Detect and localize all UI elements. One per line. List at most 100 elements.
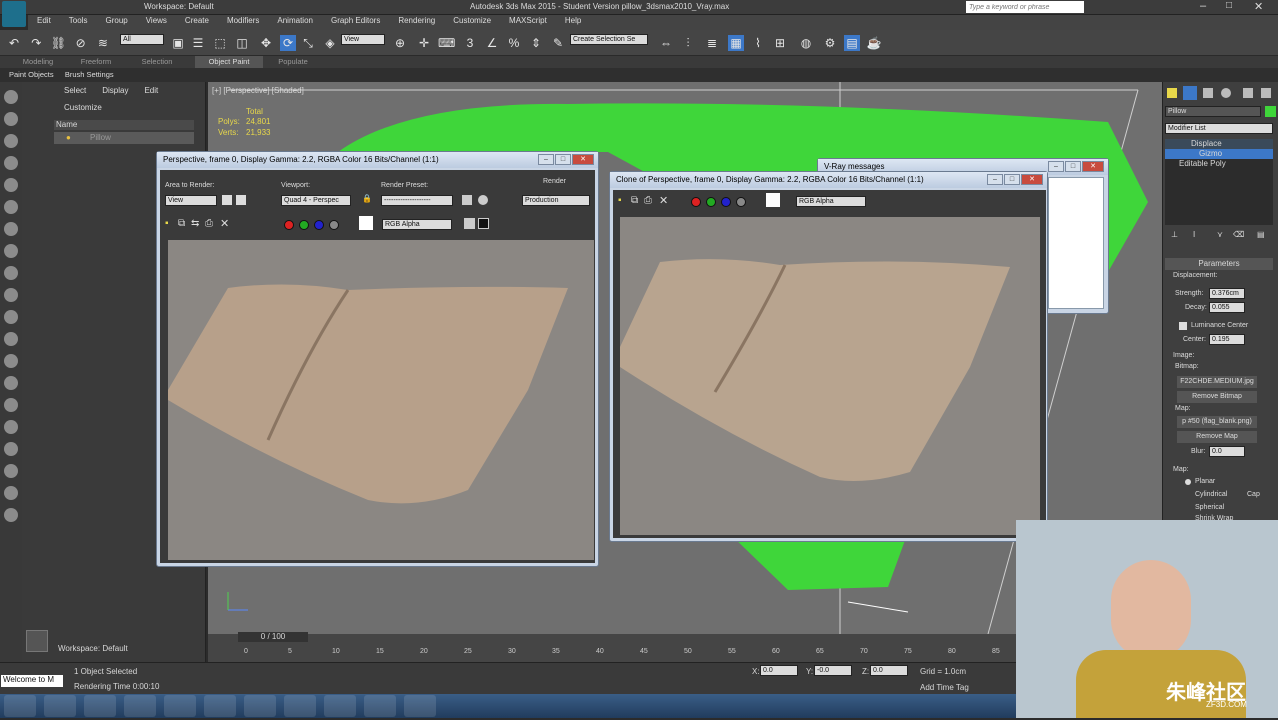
scene-tab-customize[interactable]: Customize [56, 99, 110, 116]
tool-box-icon[interactable] [4, 112, 18, 126]
show-end-result-icon[interactable]: I [1193, 230, 1195, 239]
render1-maximize-icon[interactable]: □ [555, 154, 571, 165]
vray-minimize-icon[interactable]: – [1048, 161, 1064, 172]
bitmap-button[interactable]: F22CHDE.MEDIUM.jpg [1177, 376, 1257, 388]
timeline-ruler[interactable]: 0 5 10 15 20 25 30 35 40 45 50 55 60 65 70 75 80 85 [244, 648, 1000, 660]
parameters-rollout[interactable]: Parameters [1165, 258, 1273, 270]
scale-icon[interactable]: ⤡ [300, 35, 316, 51]
menu-edit[interactable]: Edit [28, 15, 60, 26]
search-input[interactable] [966, 1, 1084, 13]
auto-region-icon[interactable] [236, 195, 246, 205]
close-icon[interactable]: ✕ [1254, 0, 1263, 13]
tool-hair-icon[interactable] [4, 442, 18, 456]
copy-image-icon[interactable]: ⧉ [178, 218, 185, 229]
clone-window-icon[interactable]: ⇆ [191, 218, 199, 229]
select-icon[interactable]: ▣ [170, 35, 186, 51]
maximize-icon[interactable]: □ [1226, 0, 1232, 11]
chrome-icon[interactable] [244, 695, 276, 717]
material-editor-icon[interactable]: ◍ [798, 35, 814, 51]
add-time-tag[interactable]: Add Time Tag [920, 683, 969, 692]
rotate-icon[interactable]: ⟳ [280, 35, 296, 51]
percent-snap-icon[interactable]: % [506, 35, 522, 51]
cap-checkbox[interactable]: Cap [1247, 491, 1260, 498]
select-manipulate-icon[interactable]: ✛ [416, 35, 432, 51]
area-to-render-dropdown[interactable]: View [165, 195, 217, 206]
firefox-icon[interactable] [164, 695, 196, 717]
render-frame-icon[interactable]: ▤ [844, 35, 860, 51]
menu-help[interactable]: Help [556, 15, 590, 26]
tool-geosphere-icon[interactable] [4, 310, 18, 324]
unlink-icon[interactable]: ⊘ [73, 35, 89, 51]
utilities-tab-icon[interactable] [1261, 88, 1271, 98]
menu-create[interactable]: Create [176, 15, 218, 26]
clone-green-icon[interactable] [706, 197, 716, 207]
alpha-channel-icon[interactable] [329, 220, 339, 230]
tab-freeform[interactable]: Freeform [68, 56, 124, 68]
mono-toggle-icon[interactable] [478, 218, 489, 229]
max-taskbar-icon[interactable] [284, 695, 316, 717]
tab-populate[interactable]: Populate [265, 56, 321, 68]
render2-image[interactable] [620, 217, 1040, 535]
make-unique-icon[interactable]: ⋎ [1217, 230, 1223, 239]
render1-minimize-icon[interactable]: – [538, 154, 554, 165]
paint-objects-tab[interactable]: Paint Objects [9, 70, 54, 79]
decay-field[interactable]: 0.055 [1209, 302, 1245, 313]
layer-toggle-icon[interactable] [26, 630, 48, 652]
ie-icon[interactable] [44, 695, 76, 717]
cylindrical-label[interactable]: Cylindrical [1195, 491, 1227, 498]
stack-gizmo[interactable]: Gizmo [1165, 149, 1273, 159]
media-icon[interactable] [124, 695, 156, 717]
tool-helper-icon[interactable] [4, 222, 18, 236]
camtasia2-icon[interactable] [404, 695, 436, 717]
object-color-swatch[interactable] [1265, 106, 1276, 117]
channel-dropdown[interactable]: RGB Alpha [382, 219, 452, 230]
max-logo-icon[interactable] [2, 1, 26, 27]
tool-particle-icon[interactable] [4, 420, 18, 434]
center-field[interactable]: 0.195 [1209, 334, 1245, 345]
vray-maximize-icon[interactable]: □ [1065, 161, 1081, 172]
motion-tab-icon[interactable] [1221, 88, 1231, 98]
spherical-label[interactable]: Spherical [1195, 504, 1224, 511]
menu-group[interactable]: Group [96, 15, 136, 26]
schematic-icon[interactable]: ⊞ [772, 35, 788, 51]
remove-map-button[interactable]: Remove Map [1177, 431, 1257, 443]
render-mode-dropdown[interactable]: Production [522, 195, 590, 206]
menu-animation[interactable]: Animation [268, 15, 322, 26]
spinner-snap-icon[interactable]: ⇕ [528, 35, 544, 51]
time-slider[interactable]: 0 / 100 [238, 632, 308, 642]
scene-item-pillow[interactable]: Pillow [54, 132, 194, 144]
tool-system-icon[interactable] [4, 266, 18, 280]
select-by-name-icon[interactable]: ☰ [190, 35, 206, 51]
selection-filter[interactable]: All [120, 34, 164, 45]
x-coord[interactable]: 0.0 [760, 665, 798, 676]
scene-tab-display[interactable]: Display [94, 82, 136, 99]
minimize-icon[interactable]: – [1200, 0, 1206, 12]
scene-tab-edit[interactable]: Edit [136, 82, 166, 99]
tool-camera-icon[interactable] [4, 200, 18, 214]
render2-maximize-icon[interactable]: □ [1004, 174, 1020, 185]
menu-rendering[interactable]: Rendering [389, 15, 444, 26]
save-image-icon[interactable]: ▪ [165, 218, 169, 229]
clone-print-icon[interactable]: ⎙ [644, 195, 652, 206]
tab-modeling[interactable]: Modeling [10, 56, 66, 68]
scene-tab-select[interactable]: Select [56, 82, 94, 99]
display-tab-icon[interactable] [1243, 88, 1253, 98]
vray-log[interactable] [1048, 177, 1104, 309]
undo-icon[interactable]: ↶ [6, 35, 22, 51]
clone-clear-icon[interactable]: ✕ [659, 194, 668, 207]
tool-bone-icon[interactable] [4, 464, 18, 478]
clone-alpha-icon[interactable] [736, 197, 746, 207]
luminance-checkbox[interactable] [1179, 322, 1187, 330]
remove-bitmap-button[interactable]: Remove Bitmap [1177, 391, 1257, 403]
window-crossing-icon[interactable]: ◫ [234, 35, 250, 51]
menu-maxscript[interactable]: MAXScript [500, 15, 556, 26]
green-channel-icon[interactable] [299, 220, 309, 230]
viewport-label[interactable]: [+] [Perspective] [Shaded] [212, 86, 304, 95]
tool-sun-icon[interactable] [4, 376, 18, 390]
place-icon[interactable]: ◈ [322, 35, 338, 51]
object-name-field[interactable]: Pillow [1165, 106, 1261, 117]
workspace-label[interactable]: Workspace: Default [58, 644, 128, 653]
display-toggle-icon[interactable] [464, 218, 475, 229]
stack-displace[interactable]: Displace [1165, 139, 1273, 149]
menu-graph-editors[interactable]: Graph Editors [322, 15, 389, 26]
